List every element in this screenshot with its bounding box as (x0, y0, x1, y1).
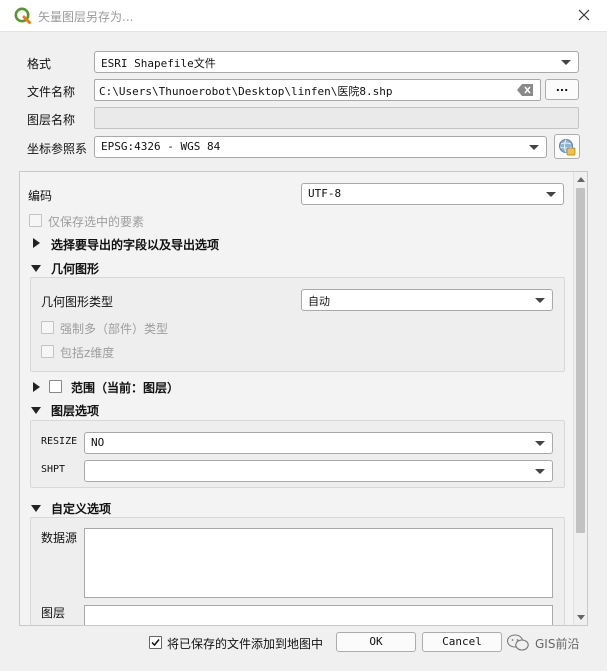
vertical-scrollbar[interactable] (573, 172, 587, 625)
wechat-logo-icon (507, 634, 529, 651)
add-to-map-checkbox[interactable] (149, 636, 162, 649)
filename-input[interactable]: C:\Users\Thunoerobot\Desktop\linfen\医院8.… (94, 79, 541, 101)
collapse-arrow-icon[interactable] (31, 505, 41, 512)
close-icon[interactable] (575, 6, 593, 24)
globe-settings-icon (559, 139, 576, 156)
resize-label: RESIZE (41, 436, 78, 447)
browse-button[interactable]: ... (545, 79, 579, 100)
scroll-down-icon[interactable] (577, 615, 585, 620)
cancel-button[interactable]: Cancel (422, 632, 502, 652)
crs-combo[interactable]: EPSG:4326 - WGS 84 (94, 136, 547, 158)
save-selected-checkbox[interactable] (29, 214, 42, 227)
expand-arrow-icon[interactable] (33, 238, 40, 248)
custom-options-groupbox: 数据源 图层 (30, 517, 565, 625)
encoding-label: 编码 (28, 189, 53, 203)
qgis-logo-icon (14, 7, 31, 24)
crs-select-button[interactable] (554, 134, 580, 159)
collapse-arrow-icon[interactable] (31, 407, 41, 414)
force-multi-checkbox[interactable] (41, 321, 54, 334)
shpt-label: SHPT (41, 464, 66, 475)
include-z-label: 包括z维度 (60, 346, 115, 360)
filename-value: C:\Users\Thunoerobot\Desktop\linfen\医院8.… (99, 85, 393, 98)
geometry-groupbox: 几何图形类型 自动 强制多（部件）类型 包括z维度 (30, 277, 565, 372)
window-title: 矢量图层另存为... (38, 10, 134, 24)
chevron-down-icon (529, 145, 539, 150)
encoding-value: UTF-8 (308, 187, 342, 200)
geometry-type-value: 自动 (308, 295, 330, 308)
chevron-down-icon (535, 469, 545, 474)
chevron-down-icon (561, 60, 571, 65)
watermark-text: GIS前沿 (535, 637, 580, 651)
include-z-checkbox[interactable] (41, 345, 54, 358)
ok-button[interactable]: OK (336, 632, 416, 652)
checkmark-icon (151, 639, 160, 647)
select-fields-section[interactable]: 选择要导出的字段以及导出选项 (51, 236, 219, 253)
force-multi-label: 强制多（部件）类型 (60, 322, 169, 336)
datasource-label: 数据源 (41, 531, 78, 545)
options-scroll-panel[interactable]: 编码 UTF-8 仅保存选中的要素 选择要导出的字段以及导出选项 几何图形 几何… (19, 171, 588, 626)
resize-value: NO (91, 436, 105, 449)
chevron-down-icon (535, 441, 545, 446)
shpt-combo[interactable] (84, 460, 553, 482)
save-selected-label: 仅保存选中的要素 (48, 215, 145, 229)
geometry-type-label: 几何图形类型 (41, 295, 114, 309)
scrollbar-thumb[interactable] (576, 188, 585, 533)
title-bar: 矢量图层另存为... (0, 0, 607, 32)
layername-input[interactable] (94, 107, 579, 129)
layer-options-groupbox: RESIZE NO SHPT (30, 420, 565, 488)
format-value: ESRI Shapefile文件 (101, 57, 216, 70)
crs-value: EPSG:4326 - WGS 84 (101, 140, 221, 153)
geometry-type-combo[interactable]: 自动 (301, 289, 553, 311)
format-label: 格式 (27, 57, 52, 71)
crs-label: 坐标参照系 (27, 142, 88, 156)
datasource-textarea[interactable] (84, 528, 553, 598)
chevron-down-icon (546, 192, 556, 197)
add-to-map-label: 将已保存的文件添加到地图中 (167, 637, 324, 651)
geometry-section-title[interactable]: 几何图形 (51, 260, 99, 277)
encoding-combo[interactable]: UTF-8 (301, 183, 564, 205)
layername-label: 图层名称 (27, 113, 76, 127)
layer-options-label: 图层 (41, 606, 66, 620)
layer-options-section-title[interactable]: 图层选项 (51, 402, 99, 419)
scroll-up-icon[interactable] (577, 177, 585, 182)
custom-options-section-title[interactable]: 自定义选项 (51, 500, 111, 517)
chevron-down-icon (535, 298, 545, 303)
extent-section[interactable]: 范围（当前：图层） (71, 379, 179, 396)
expand-arrow-icon[interactable] (33, 382, 40, 392)
filename-label: 文件名称 (27, 85, 76, 99)
resize-combo[interactable]: NO (84, 432, 553, 454)
extent-checkbox[interactable] (49, 380, 62, 393)
collapse-arrow-icon[interactable] (31, 265, 41, 272)
layer-options-textarea[interactable] (84, 605, 553, 625)
clear-icon[interactable] (517, 84, 534, 96)
format-combo[interactable]: ESRI Shapefile文件 (94, 51, 579, 73)
